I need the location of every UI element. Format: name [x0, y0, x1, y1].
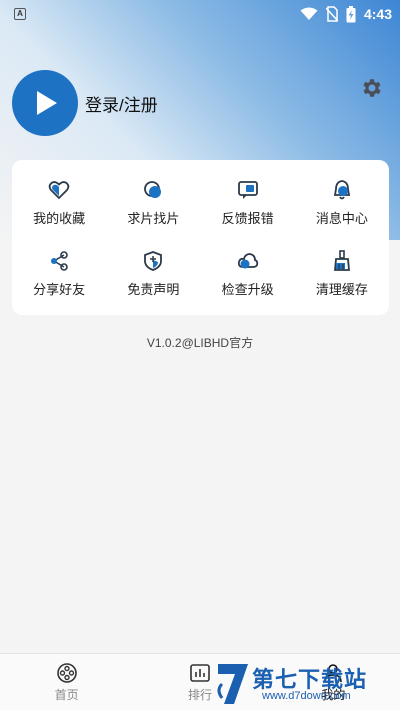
bar-chart-icon: [190, 663, 210, 682]
menu-label: 反馈报错: [221, 211, 274, 227]
clock: 4:43: [363, 6, 392, 22]
menu-request-film[interactable]: 求片找片: [106, 168, 200, 239]
film-reel-icon: [56, 662, 77, 683]
menu-disclaimer[interactable]: 免责声明: [106, 239, 200, 310]
heart-icon: [48, 181, 70, 200]
nav-label: 排行: [187, 687, 212, 702]
menu-label: 消息中心: [315, 211, 368, 227]
app-notification-icon: A: [14, 8, 26, 20]
cloud-icon: [237, 252, 258, 269]
watermark-url: www.d7down.com: [262, 690, 351, 702]
menu-label: 我的收藏: [33, 211, 86, 227]
menu-label: 分享好友: [33, 281, 86, 297]
menu-messages[interactable]: 消息中心: [295, 168, 389, 239]
menu-label: 求片找片: [127, 211, 180, 227]
status-bar: A 4:43: [0, 0, 400, 28]
avatar[interactable]: [12, 70, 78, 136]
menu-favorites[interactable]: 我的收藏: [12, 168, 106, 239]
version-text: V1.0.2@LIBHD官方: [146, 336, 254, 350]
gear-icon[interactable]: [360, 76, 384, 100]
menu-label: 检查升级: [221, 281, 274, 297]
nav-home[interactable]: 首页: [0, 654, 133, 710]
no-sim-icon: [325, 6, 338, 22]
function-grid: 我的收藏 求片找片 反馈报错 消息中心 分享好友 免责声明 检查升级 清理缓存: [12, 160, 389, 315]
shield-icon: [144, 250, 163, 271]
bell-icon: [333, 180, 350, 200]
menu-feedback[interactable]: 反馈报错: [201, 168, 295, 239]
wifi-icon: [300, 7, 318, 20]
feedback-icon: [237, 181, 258, 200]
watermark: 第七下载站 www.d7down.com: [214, 660, 394, 708]
nav-label: 首页: [54, 687, 79, 702]
menu-clear-cache[interactable]: 清理缓存: [295, 239, 389, 310]
login-area[interactable]: 登录/注册: [12, 70, 158, 136]
share-icon: [51, 250, 68, 271]
search-film-icon: [144, 181, 162, 199]
menu-share[interactable]: 分享好友: [12, 239, 106, 310]
battery-charging-icon: [346, 5, 356, 22]
menu-label: 免责声明: [127, 281, 180, 297]
login-register-link[interactable]: 登录/注册: [85, 91, 158, 116]
play-icon: [37, 91, 57, 115]
d7-logo-icon: [217, 664, 248, 704]
menu-check-update[interactable]: 检查升级: [201, 239, 295, 310]
broom-icon: [333, 249, 350, 271]
menu-label: 清理缓存: [315, 281, 368, 297]
